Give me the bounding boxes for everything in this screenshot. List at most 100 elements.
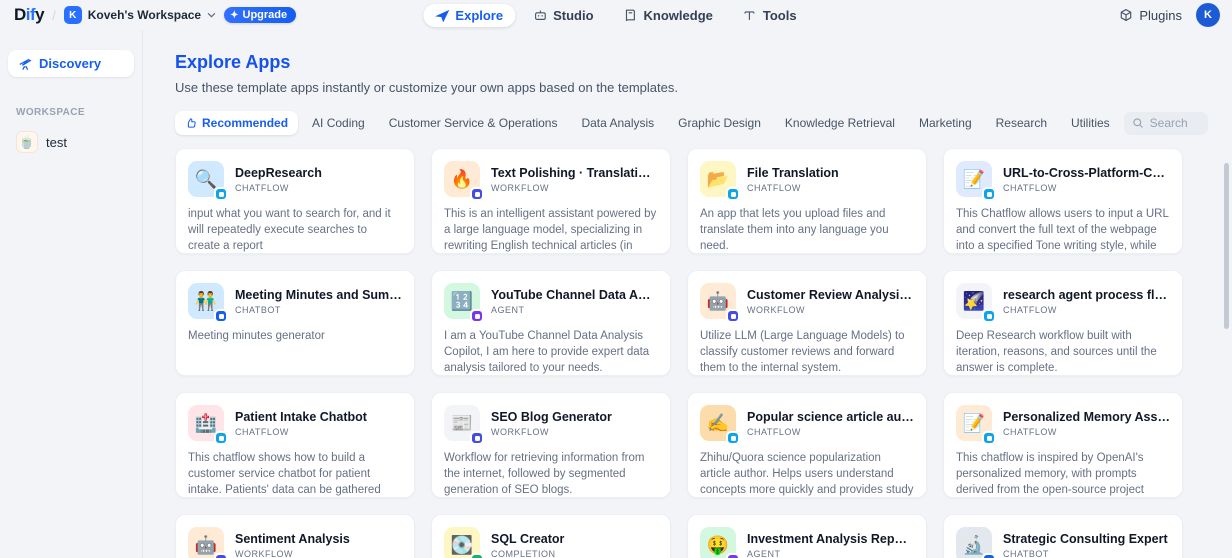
card-description: This chatflow shows how to build a custo… bbox=[188, 452, 381, 497]
chevron-down-icon bbox=[207, 12, 216, 18]
card-title: YouTube Channel Data Analysis bbox=[491, 287, 658, 302]
upgrade-label: Upgrade bbox=[242, 9, 288, 21]
card-type: CHATFLOW bbox=[235, 182, 289, 193]
app-type-badge bbox=[982, 187, 996, 201]
app-type-badge bbox=[214, 309, 228, 323]
card-type: CHATBOT bbox=[1003, 548, 1049, 558]
card-description: I am a YouTube Channel Data Analysis Cop… bbox=[444, 330, 650, 375]
app-type-badge bbox=[982, 431, 996, 445]
workspace-switcher[interactable]: K Koveh's Workspace bbox=[63, 6, 216, 24]
card-type: AGENT bbox=[747, 548, 781, 558]
app-icon: 📝 bbox=[956, 405, 996, 445]
app-type-badge bbox=[470, 187, 484, 201]
app-card-investment-analysis[interactable]: 🤑 Investment Analysis Report Copilot AGE… bbox=[687, 514, 927, 558]
divider-slash: / bbox=[52, 7, 56, 23]
app-type-badge bbox=[726, 431, 740, 445]
top-header: Dify / K Koveh's Workspace ✦ Upgrade Exp… bbox=[0, 0, 1232, 30]
app-icon: ✍️ bbox=[700, 405, 740, 445]
app-icon: 🤖 bbox=[700, 283, 740, 323]
card-title: Text Polishing · Translation Tool bbox=[491, 165, 658, 180]
dify-logo: Dify bbox=[14, 5, 45, 24]
card-description: Deep Research workflow built with iterat… bbox=[956, 330, 1157, 375]
plugins-icon bbox=[1121, 8, 1132, 22]
app-type-badge bbox=[982, 553, 996, 558]
app-icon: 📂 bbox=[700, 161, 740, 201]
card-type: CHATFLOW bbox=[235, 426, 289, 437]
card-type: CHATBOT bbox=[235, 304, 281, 315]
upgrade-button[interactable]: ✦ Upgrade bbox=[224, 7, 297, 23]
workspace-avatar: K bbox=[63, 6, 82, 24]
nav-tab-tools[interactable]: Tools bbox=[731, 4, 809, 27]
thumbs-up-icon bbox=[187, 118, 196, 128]
card-type: CHATFLOW bbox=[1003, 304, 1057, 315]
tab-recommended[interactable]: Recommended bbox=[175, 111, 299, 135]
card-type: CHATFLOW bbox=[747, 426, 801, 437]
tab-research[interactable]: Research bbox=[986, 111, 1057, 135]
app-icon: 🤖 bbox=[188, 527, 228, 558]
card-title: SEO Blog Generator bbox=[491, 409, 612, 424]
user-avatar[interactable]: K bbox=[1196, 3, 1220, 27]
vertical-scrollbar[interactable] bbox=[1224, 163, 1229, 329]
sidebar-item-test-app[interactable]: 🍵 test bbox=[8, 126, 134, 158]
app-card-patient-intake[interactable]: 🏥 Patient Intake Chatbot CHATFLOW This c… bbox=[175, 392, 415, 498]
app-type-badge bbox=[726, 553, 740, 558]
app-card-sentiment-analysis[interactable]: 🤖 Sentiment Analysis WORKFLOW Batch sent… bbox=[175, 514, 415, 558]
app-card-meeting-minutes[interactable]: 👬 Meeting Minutes and Summary CHATBOT Me… bbox=[175, 270, 415, 376]
card-type: COMPLETION bbox=[491, 548, 556, 558]
card-description: This chatflow is inspired by OpenAI's pe… bbox=[956, 452, 1144, 497]
card-title: Customer Review Analysis Workflow bbox=[747, 287, 914, 302]
tab-knowledge-retrieval[interactable]: Knowledge Retrieval bbox=[775, 111, 905, 135]
app-icon: 🔬 bbox=[956, 527, 996, 558]
card-title: Meeting Minutes and Summary bbox=[235, 287, 402, 302]
app-card-file-translation[interactable]: 📂 File Translation CHATFLOW An app that … bbox=[687, 148, 927, 254]
app-card-seo-blog[interactable]: 📰 SEO Blog Generator WORKFLOW Workflow f… bbox=[431, 392, 671, 498]
search-input[interactable] bbox=[1149, 116, 1200, 130]
card-title: URL-to-Cross-Platform-Copywriting bbox=[1003, 165, 1170, 180]
card-title: Investment Analysis Report Copilot bbox=[747, 531, 914, 546]
discovery-label: Discovery bbox=[39, 56, 102, 71]
app-type-badge bbox=[470, 553, 484, 558]
app-icon: 🔍 bbox=[188, 161, 228, 201]
card-type: WORKFLOW bbox=[491, 182, 549, 193]
app-card-youtube-analysis[interactable]: 🔢 YouTube Channel Data Analysis AGENT I … bbox=[431, 270, 671, 376]
card-title: Popular science article author (nested p… bbox=[747, 409, 914, 424]
page-subtitle: Use these template apps instantly or cus… bbox=[175, 80, 678, 95]
nav-tab-explore[interactable]: Explore bbox=[423, 3, 516, 27]
search-box bbox=[1123, 111, 1208, 135]
tab-customer-service[interactable]: Customer Service & Operations bbox=[379, 111, 568, 135]
app-card-popular-science[interactable]: ✍️ Popular science article author (neste… bbox=[687, 392, 927, 498]
card-title: Personalized Memory Assistant bbox=[1003, 409, 1170, 424]
app-type-badge bbox=[214, 187, 228, 201]
app-type-badge bbox=[470, 309, 484, 323]
card-title: SQL Creator bbox=[491, 531, 565, 546]
app-card-research-agent[interactable]: 🌠 research agent process flow CHATFLOW D… bbox=[943, 270, 1183, 376]
tab-graphic-design[interactable]: Graphic Design bbox=[668, 111, 771, 135]
app-type-badge bbox=[470, 431, 484, 445]
app-card-strategic-consulting[interactable]: 🔬 Strategic Consulting Expert CHATBOT I … bbox=[943, 514, 1183, 558]
app-type-badge bbox=[726, 309, 740, 323]
app-card-memory-assistant[interactable]: 📝 Personalized Memory Assistant CHATFLOW… bbox=[943, 392, 1183, 498]
main-nav: Explore Studio Knowledge Tools bbox=[423, 3, 809, 27]
app-icon: 🤑 bbox=[700, 527, 740, 558]
explore-icon bbox=[435, 9, 450, 22]
card-description: input what you want to search for, and i… bbox=[188, 208, 391, 253]
app-card-deepresearch[interactable]: 🔍 DeepResearch CHATFLOW input what you w… bbox=[175, 148, 415, 254]
tab-ai-coding[interactable]: AI Coding bbox=[302, 111, 375, 135]
app-type-badge bbox=[214, 431, 228, 445]
nav-tab-studio[interactable]: Studio bbox=[521, 4, 605, 27]
tab-data-analysis[interactable]: Data Analysis bbox=[571, 111, 664, 135]
nav-tab-knowledge[interactable]: Knowledge bbox=[612, 4, 725, 27]
app-card-url-copywriting[interactable]: 📝 URL-to-Cross-Platform-Copywriting CHAT… bbox=[943, 148, 1183, 254]
card-description: This Chatflow allows users to input a UR… bbox=[956, 208, 1169, 253]
plugins-button[interactable]: Plugins bbox=[1119, 8, 1182, 23]
card-type: WORKFLOW bbox=[235, 548, 293, 558]
tab-marketing[interactable]: Marketing bbox=[909, 111, 982, 135]
tab-utilities[interactable]: Utilities bbox=[1061, 111, 1120, 135]
app-card-text-polishing[interactable]: 🔥 Text Polishing · Translation Tool WORK… bbox=[431, 148, 671, 254]
card-title: Sentiment Analysis bbox=[235, 531, 350, 546]
app-card-customer-review[interactable]: 🤖 Customer Review Analysis Workflow WORK… bbox=[687, 270, 927, 376]
app-card-sql-creator[interactable]: 💽 SQL Creator COMPLETION Write SQL from … bbox=[431, 514, 671, 558]
sidebar: Discovery WORKSPACE 🍵 test bbox=[0, 30, 143, 558]
sidebar-item-discovery[interactable]: Discovery bbox=[8, 50, 134, 77]
hammer-icon bbox=[744, 11, 755, 20]
